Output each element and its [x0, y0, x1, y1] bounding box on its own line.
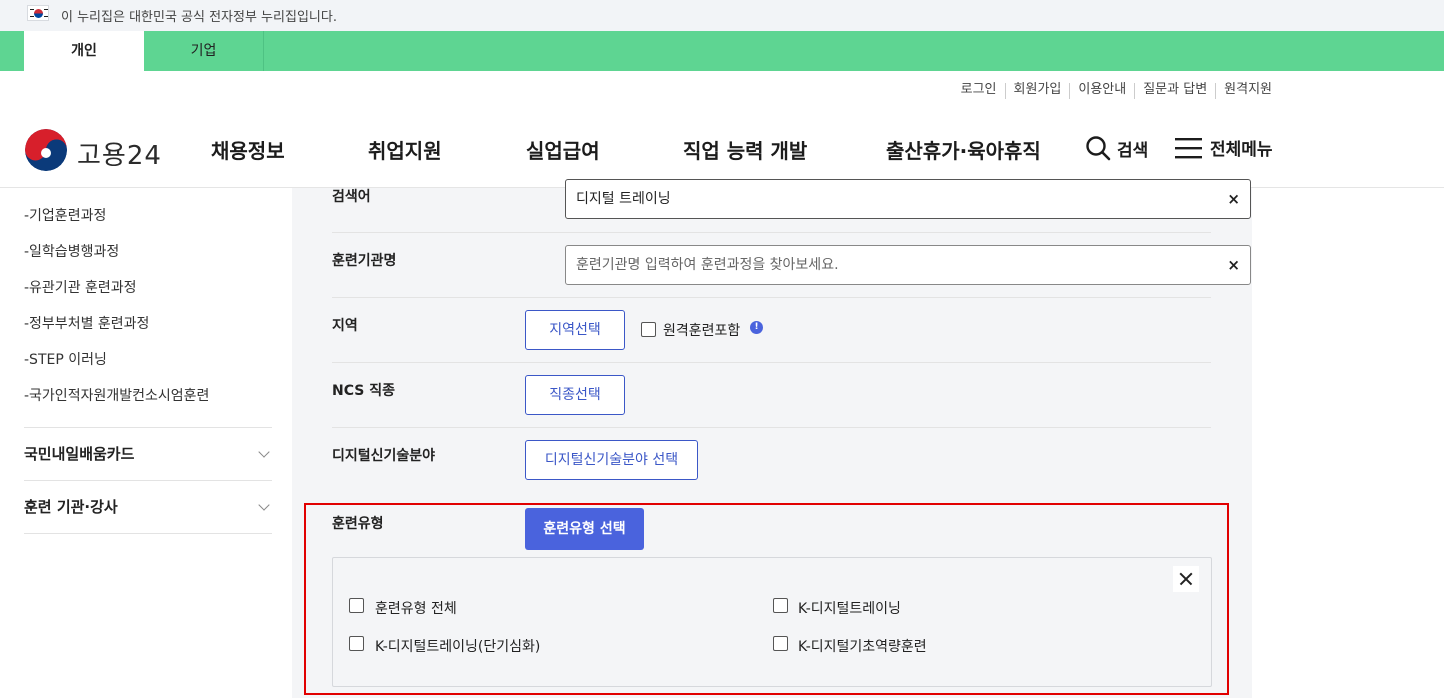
login-link[interactable]: 로그인	[953, 83, 1006, 99]
remote-training-label: 원격훈련포함	[663, 323, 741, 339]
left-navigation: -기업훈련과정 -일학습병행과정 -유관기관 훈련과정 -정부부처별 훈련과정 …	[24, 188, 272, 534]
lnb-sub-ministry[interactable]: -정부부처별 훈련과정	[24, 306, 272, 342]
lnb-main-card-label: 국민내일배움카드	[24, 445, 135, 463]
lnb-sub-step-elearning[interactable]: -STEP 이러닝	[24, 342, 272, 378]
keyword-value: 디지털 트레이닝	[576, 191, 671, 207]
lnb-sub-company-training[interactable]: -기업훈련과정	[24, 188, 272, 234]
region-label: 지역	[332, 318, 358, 334]
tab-personal[interactable]: 개인	[24, 31, 144, 71]
search-label: 검색	[1117, 140, 1149, 161]
ncs-row: NCS 직종 직종선택	[332, 363, 1211, 428]
lnb-main-institution-label: 훈련 기관·강사	[24, 498, 118, 516]
gnb-jobs[interactable]: 채용정보	[211, 135, 285, 164]
gov-emblem-icon	[25, 129, 67, 171]
gnb-employment-support[interactable]: 취업지원	[368, 135, 442, 164]
region-select-button[interactable]: 지역선택	[525, 310, 625, 350]
guide-link[interactable]: 이용안내	[1070, 83, 1136, 99]
gov-banner-text: 이 누리집은 대한민국 공식 전자정부 누리집입니다.	[61, 10, 337, 25]
highlight-annotation	[304, 503, 1229, 695]
gov-banner: 이 누리집은 대한민국 공식 전자정부 누리집입니다.	[0, 0, 1444, 31]
gnb-parental-leave[interactable]: 출산휴가·육아휴직	[886, 135, 1041, 164]
remote-support-link[interactable]: 원격지원	[1216, 83, 1272, 99]
info-icon[interactable]: !	[750, 321, 763, 334]
remote-training-checkbox[interactable]	[641, 322, 656, 337]
hamburger-icon	[1175, 137, 1202, 158]
qna-link[interactable]: 질문과 답변	[1135, 83, 1217, 99]
search-button[interactable]: 검색	[1085, 135, 1148, 161]
ncs-select-button[interactable]: 직종선택	[525, 375, 625, 415]
lnb-sub-related-agency[interactable]: -유관기관 훈련과정	[24, 270, 272, 306]
digital-tech-row: 디지털신기술분야 디지털신기술분야 선택	[332, 428, 1211, 493]
lnb-main-institution[interactable]: 훈련 기관·강사	[24, 481, 272, 534]
digital-tech-label: 디지털신기술분야	[332, 448, 436, 464]
search-icon	[1086, 136, 1111, 161]
institution-row: 훈련기관명 훈련기관명 입력하여 훈련과정을 찾아보세요. ×	[332, 233, 1251, 298]
user-type-tabs: 개인 기업	[0, 31, 1444, 71]
keyword-clear-icon[interactable]: ×	[1227, 180, 1240, 218]
full-menu-button[interactable]: 전체메뉴	[1175, 135, 1273, 160]
region-row: 지역 지역선택 원격훈련포함 !	[332, 298, 1211, 363]
lnb-sub-work-study[interactable]: -일학습병행과정	[24, 234, 272, 270]
gnb-unemployment-benefits[interactable]: 실업급여	[526, 135, 600, 164]
logo[interactable]: 고용24	[25, 129, 165, 171]
institution-input[interactable]: 훈련기관명 입력하여 훈련과정을 찾아보세요. ×	[565, 245, 1251, 285]
institution-label: 훈련기관명	[332, 253, 397, 269]
keyword-label: 검색어	[332, 189, 371, 205]
institution-placeholder: 훈련기관명 입력하여 훈련과정을 찾아보세요.	[576, 257, 839, 273]
signup-link[interactable]: 회원가입	[1006, 83, 1071, 99]
lnb-sub-consortium[interactable]: -국가인적자원개발컨소시엄훈련	[24, 378, 272, 414]
logo-text: 고용24	[77, 141, 162, 171]
digital-tech-select-button[interactable]: 디지털신기술분야 선택	[525, 440, 698, 480]
ncs-label: NCS 직종	[332, 383, 395, 399]
tab-company[interactable]: 기업	[144, 31, 264, 71]
keyword-row: 검색어 디지털 트레이닝 ×	[332, 175, 1251, 233]
full-menu-label: 전체메뉴	[1210, 140, 1273, 160]
institution-clear-icon[interactable]: ×	[1227, 246, 1240, 284]
lnb-sub-list: -기업훈련과정 -일학습병행과정 -유관기관 훈련과정 -정부부처별 훈련과정 …	[24, 188, 272, 414]
lnb-main-card[interactable]: 국민내일배움카드	[24, 428, 272, 481]
chevron-down-icon	[258, 499, 270, 511]
chevron-down-icon	[258, 446, 270, 458]
utility-links: 로그인 회원가입 이용안내 질문과 답변 원격지원	[953, 83, 1272, 99]
keyword-input[interactable]: 디지털 트레이닝 ×	[565, 179, 1251, 219]
korea-flag-icon	[27, 5, 49, 21]
gnb-vocational-training[interactable]: 직업 능력 개발	[683, 135, 807, 164]
